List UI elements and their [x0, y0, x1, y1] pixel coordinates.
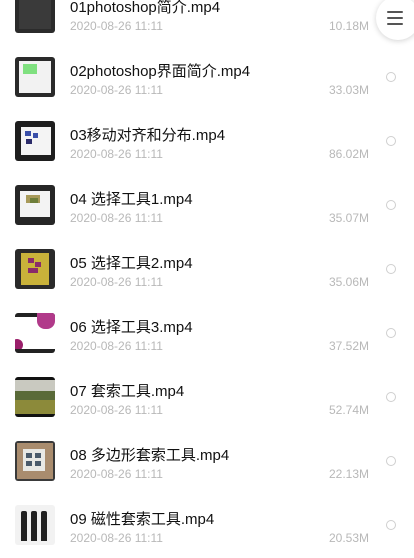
video-thumbnail — [15, 441, 55, 481]
video-thumbnail — [15, 249, 55, 289]
file-name: 01photoshop简介.mp4 — [70, 0, 221, 16]
select-radio[interactable] — [386, 328, 396, 338]
file-size: 10.18M — [328, 19, 369, 33]
file-date: 2020-08-26 11:11 — [70, 531, 163, 545]
file-name: 09 磁性套索工具.mp4 — [70, 511, 215, 528]
file-size: 35.06M — [328, 275, 369, 289]
file-size: 52.74M — [328, 403, 369, 417]
file-date: 2020-08-26 11:11 — [70, 403, 163, 417]
file-size: 20.53M — [328, 531, 369, 545]
file-size: 22.13M — [328, 467, 369, 481]
select-radio[interactable] — [386, 520, 396, 530]
file-name: 02photoshop界面简介.mp4 — [70, 63, 251, 80]
file-list: 01photoshop简介.mp4 2020-08-26 11:11 10.18… — [0, 0, 414, 558]
video-thumbnail — [15, 0, 55, 33]
file-date: 2020-08-26 11:11 — [70, 19, 163, 33]
list-item[interactable]: 03移动对齐和分布.mp4 2020-08-26 11:11 86.02M — [0, 110, 414, 174]
list-item[interactable]: 05 选择工具2.mp4 2020-08-26 11:11 35.06M — [0, 238, 414, 302]
file-name: 05 选择工具2.mp4 — [70, 255, 193, 272]
select-radio[interactable] — [386, 392, 396, 402]
list-item[interactable]: 07 套索工具.mp4 2020-08-26 11:11 52.74M — [0, 366, 414, 430]
menu-line — [387, 17, 403, 19]
select-radio[interactable] — [386, 264, 396, 274]
select-radio[interactable] — [386, 72, 396, 82]
video-thumbnail — [15, 57, 55, 97]
file-date: 2020-08-26 11:11 — [70, 339, 163, 353]
menu-line — [387, 23, 403, 25]
list-item[interactable]: 04 选择工具1.mp4 2020-08-26 11:11 35.07M — [0, 174, 414, 238]
video-thumbnail — [15, 313, 55, 353]
list-item[interactable]: 08 多边形套索工具.mp4 2020-08-26 11:11 22.13M — [0, 430, 414, 494]
select-radio[interactable] — [386, 200, 396, 210]
file-name: 07 套索工具.mp4 — [70, 383, 185, 400]
video-thumbnail — [15, 185, 55, 225]
menu-line — [387, 11, 403, 13]
video-thumbnail — [15, 377, 55, 417]
list-item[interactable]: 01photoshop简介.mp4 2020-08-26 11:11 10.18… — [0, 0, 414, 46]
select-radio[interactable] — [386, 456, 396, 466]
file-size: 37.52M — [328, 339, 369, 353]
video-thumbnail — [15, 121, 55, 161]
select-radio[interactable] — [386, 136, 396, 146]
list-item[interactable]: 02photoshop界面简介.mp4 2020-08-26 11:11 33.… — [0, 46, 414, 110]
file-name: 04 选择工具1.mp4 — [70, 191, 193, 208]
list-item[interactable]: 06 选择工具3.mp4 2020-08-26 11:11 37.52M — [0, 302, 414, 366]
file-size: 35.07M — [328, 211, 369, 225]
file-size: 33.03M — [328, 83, 369, 97]
file-date: 2020-08-26 11:11 — [70, 83, 163, 97]
file-size: 86.02M — [328, 147, 369, 161]
video-thumbnail — [15, 505, 55, 545]
file-date: 2020-08-26 11:11 — [70, 211, 163, 225]
file-name: 08 多边形套索工具.mp4 — [70, 447, 230, 464]
file-date: 2020-08-26 11:11 — [70, 147, 163, 161]
file-date: 2020-08-26 11:11 — [70, 275, 163, 289]
file-name: 06 选择工具3.mp4 — [70, 319, 193, 336]
file-name: 03移动对齐和分布.mp4 — [70, 127, 226, 144]
list-item[interactable]: 09 磁性套索工具.mp4 2020-08-26 11:11 20.53M — [0, 494, 414, 558]
file-date: 2020-08-26 11:11 — [70, 467, 163, 481]
